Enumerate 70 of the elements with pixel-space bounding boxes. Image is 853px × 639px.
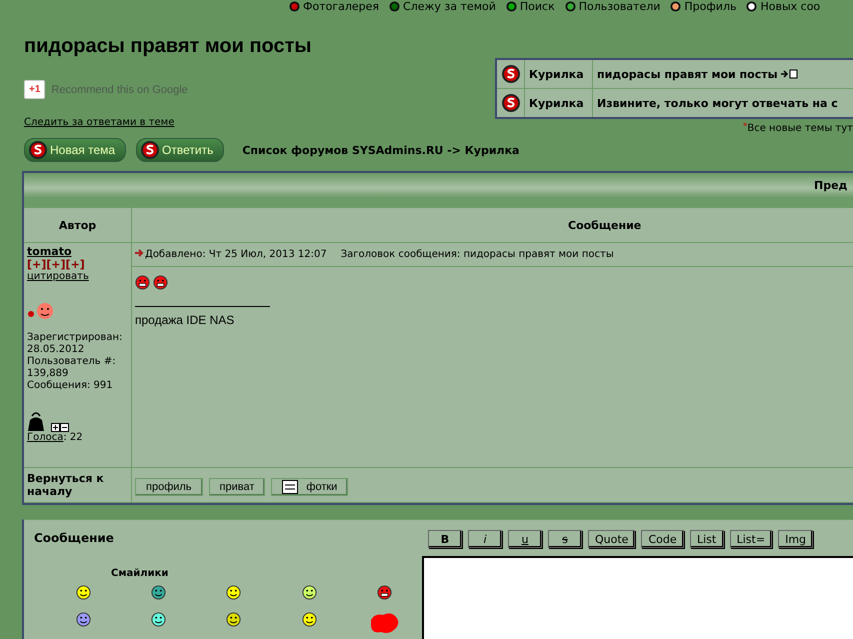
grin-smiley-icon[interactable] bbox=[151, 585, 166, 600]
column-header: Сообщение bbox=[132, 208, 853, 243]
column-header: Автор bbox=[24, 208, 132, 243]
surprised-smiley-icon[interactable] bbox=[76, 612, 92, 627]
vote-icon[interactable] bbox=[51, 423, 69, 432]
nav-link[interactable]: Новых соо bbox=[746, 0, 820, 13]
message-label: Сообщение bbox=[34, 531, 114, 545]
post-arrow-icon bbox=[135, 249, 145, 257]
quote-link[interactable]: цитировать bbox=[27, 271, 89, 282]
format-button[interactable]: Code bbox=[641, 530, 684, 548]
post-subject: Заголовок сообщения: пидорасы правят мои посты bbox=[340, 249, 614, 260]
forum-button[interactable]: Новая тема bbox=[24, 138, 126, 162]
forum-logo-icon bbox=[501, 93, 521, 113]
angry-smiley-icon[interactable] bbox=[153, 275, 168, 290]
nav-link[interactable]: Слежу за темой bbox=[389, 0, 496, 13]
breadcrumb[interactable]: Список форумов SYSAdmins.RU -> Курилка bbox=[242, 144, 520, 156]
all-new-topics-link[interactable]: Все новые темы тут bbox=[747, 123, 853, 134]
angry-smiley-icon[interactable] bbox=[376, 585, 392, 600]
format-button[interactable]: Quote bbox=[588, 530, 636, 548]
post-date: Добавлено: Чт 25 Июл, 2013 12:07 bbox=[135, 249, 327, 260]
nav-link[interactable]: Профиль bbox=[670, 0, 736, 13]
format-button[interactable]: B bbox=[428, 530, 462, 548]
forum-button[interactable]: Ответить bbox=[136, 138, 224, 162]
smiley-icon[interactable] bbox=[302, 585, 317, 600]
forum-name[interactable]: Курилка bbox=[529, 96, 584, 110]
previous-topic-link[interactable]: Пред bbox=[814, 179, 848, 192]
format-button[interactable]: u bbox=[508, 530, 542, 548]
post-action-button[interactable]: профиль bbox=[135, 478, 203, 496]
nav-link[interactable]: Поиск bbox=[506, 0, 555, 13]
topic-link[interactable]: пидорасы правят мои посты bbox=[597, 68, 778, 80]
back-to-top-link[interactable]: Вернуться к началу bbox=[27, 470, 128, 500]
new-marker: * bbox=[742, 122, 748, 132]
votes-count: : 22 bbox=[63, 432, 83, 443]
recommend-text: Recommend this on Google bbox=[51, 84, 188, 96]
author-name[interactable]: tomato bbox=[27, 245, 128, 258]
format-button[interactable]: List bbox=[690, 530, 724, 548]
format-button[interactable]: i bbox=[468, 530, 502, 548]
forum-name[interactable]: Курилка bbox=[529, 68, 584, 80]
smiley-icon[interactable] bbox=[76, 585, 92, 600]
smiley-icon[interactable] bbox=[226, 612, 242, 627]
forum-logo-icon bbox=[140, 140, 160, 160]
forum-logo-icon bbox=[501, 64, 521, 84]
user-stat: Сообщения: 991 bbox=[27, 380, 114, 392]
circle-smiley-icon[interactable] bbox=[151, 612, 166, 627]
smilies-label: Смайлики bbox=[111, 568, 170, 579]
post-action-button[interactable]: приват bbox=[208, 478, 266, 496]
user-stat: Зарегистрирован: bbox=[27, 332, 124, 344]
angry-smiley-icon[interactable] bbox=[135, 275, 150, 290]
watch-topic-link[interactable]: Следить за ответами в теме bbox=[24, 117, 312, 128]
photo-file-icon bbox=[282, 480, 298, 494]
forum-logo-icon bbox=[28, 140, 48, 160]
avatar-icon bbox=[27, 302, 55, 322]
format-button[interactable]: s bbox=[548, 530, 582, 548]
smiley-icon[interactable] bbox=[226, 585, 242, 600]
format-button[interactable]: Img bbox=[778, 530, 814, 548]
google-plus-button[interactable]: +1 bbox=[24, 80, 46, 99]
topic-link[interactable]: Извините, только могут отвечать на с bbox=[597, 96, 838, 110]
user-stat: 139,889 bbox=[27, 368, 70, 380]
rating-links[interactable]: [+][+][+] bbox=[27, 258, 128, 271]
topic-title: пидорасы правят мои посты bbox=[24, 35, 312, 58]
smiley-icon[interactable] bbox=[302, 612, 317, 627]
post-signature: продажа IDE NAS bbox=[135, 313, 236, 327]
post-action-button[interactable]: фотки bbox=[271, 478, 348, 496]
nav-link[interactable]: Пользователи bbox=[564, 0, 660, 13]
nav-link[interactable]: Фотогалерея bbox=[289, 0, 380, 13]
user-stat: 28.05.2012 bbox=[27, 344, 86, 356]
format-button[interactable]: List= bbox=[730, 530, 772, 548]
votes-link[interactable]: Голоса bbox=[27, 432, 64, 443]
kettle-icon bbox=[27, 410, 45, 432]
user-stat: Пользователь #: bbox=[27, 356, 117, 368]
